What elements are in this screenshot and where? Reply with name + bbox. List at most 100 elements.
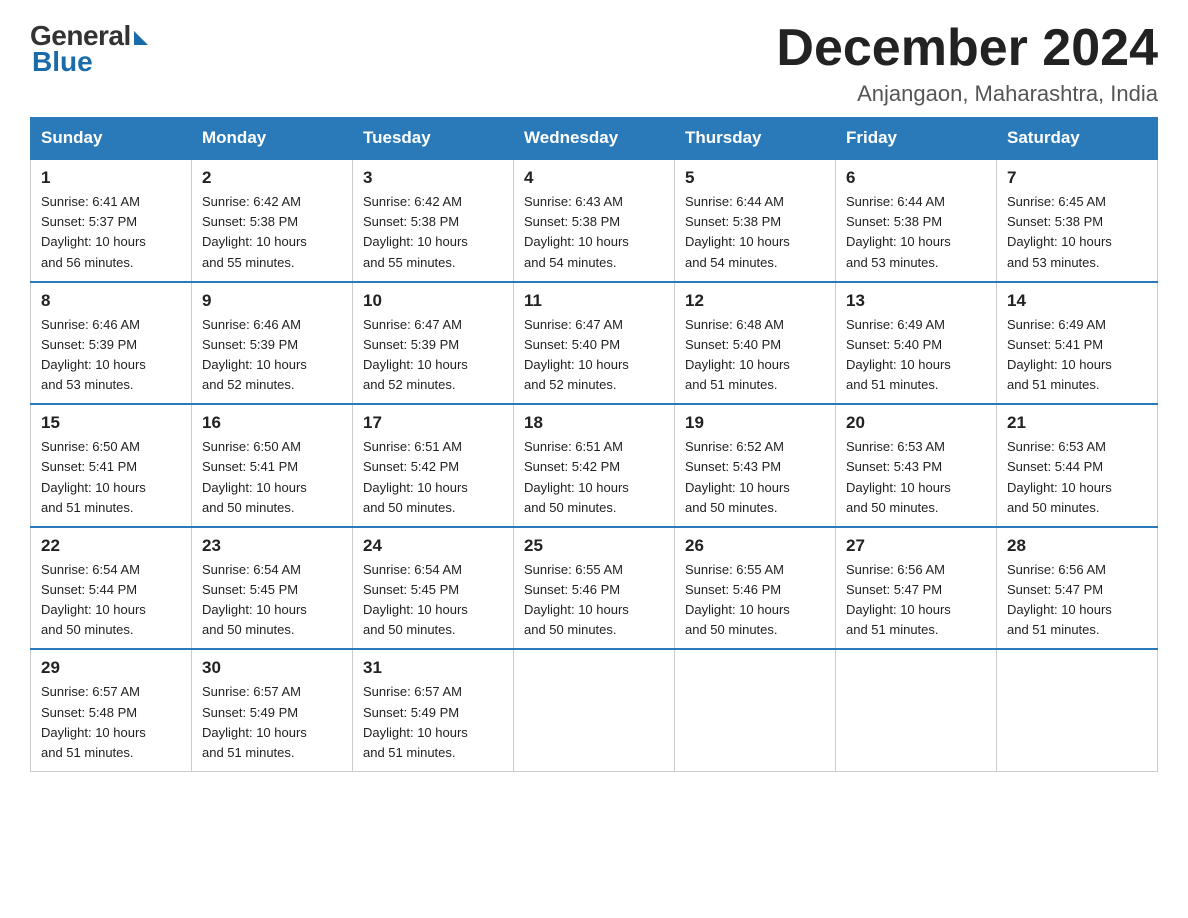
header-sunday: Sunday [31,118,192,160]
table-row: 30 Sunrise: 6:57 AM Sunset: 5:49 PM Dayl… [192,649,353,771]
day-number: 8 [41,291,181,311]
table-row [836,649,997,771]
day-info: Sunrise: 6:56 AM Sunset: 5:47 PM Dayligh… [1007,560,1147,641]
day-info: Sunrise: 6:51 AM Sunset: 5:42 PM Dayligh… [524,437,664,518]
day-number: 6 [846,168,986,188]
table-row: 3 Sunrise: 6:42 AM Sunset: 5:38 PM Dayli… [353,159,514,282]
calendar-week-5: 29 Sunrise: 6:57 AM Sunset: 5:48 PM Dayl… [31,649,1158,771]
calendar-week-2: 8 Sunrise: 6:46 AM Sunset: 5:39 PM Dayli… [31,282,1158,405]
day-info: Sunrise: 6:42 AM Sunset: 5:38 PM Dayligh… [363,192,503,273]
day-info: Sunrise: 6:44 AM Sunset: 5:38 PM Dayligh… [685,192,825,273]
table-row: 19 Sunrise: 6:52 AM Sunset: 5:43 PM Dayl… [675,404,836,527]
table-row: 7 Sunrise: 6:45 AM Sunset: 5:38 PM Dayli… [997,159,1158,282]
header-friday: Friday [836,118,997,160]
day-info: Sunrise: 6:53 AM Sunset: 5:44 PM Dayligh… [1007,437,1147,518]
calendar-header-row: SundayMondayTuesdayWednesdayThursdayFrid… [31,118,1158,160]
day-number: 7 [1007,168,1147,188]
day-number: 22 [41,536,181,556]
day-number: 16 [202,413,342,433]
day-info: Sunrise: 6:43 AM Sunset: 5:38 PM Dayligh… [524,192,664,273]
day-number: 23 [202,536,342,556]
title-area: December 2024 Anjangaon, Maharashtra, In… [776,20,1158,107]
table-row: 6 Sunrise: 6:44 AM Sunset: 5:38 PM Dayli… [836,159,997,282]
day-info: Sunrise: 6:46 AM Sunset: 5:39 PM Dayligh… [41,315,181,396]
calendar-week-3: 15 Sunrise: 6:50 AM Sunset: 5:41 PM Dayl… [31,404,1158,527]
day-info: Sunrise: 6:44 AM Sunset: 5:38 PM Dayligh… [846,192,986,273]
day-info: Sunrise: 6:57 AM Sunset: 5:49 PM Dayligh… [363,682,503,763]
table-row: 1 Sunrise: 6:41 AM Sunset: 5:37 PM Dayli… [31,159,192,282]
location-text: Anjangaon, Maharashtra, India [776,81,1158,107]
header-thursday: Thursday [675,118,836,160]
day-info: Sunrise: 6:55 AM Sunset: 5:46 PM Dayligh… [685,560,825,641]
page-header: General Blue December 2024 Anjangaon, Ma… [30,20,1158,107]
day-number: 24 [363,536,503,556]
table-row: 23 Sunrise: 6:54 AM Sunset: 5:45 PM Dayl… [192,527,353,650]
day-info: Sunrise: 6:49 AM Sunset: 5:40 PM Dayligh… [846,315,986,396]
table-row: 10 Sunrise: 6:47 AM Sunset: 5:39 PM Dayl… [353,282,514,405]
day-info: Sunrise: 6:56 AM Sunset: 5:47 PM Dayligh… [846,560,986,641]
day-number: 15 [41,413,181,433]
day-info: Sunrise: 6:45 AM Sunset: 5:38 PM Dayligh… [1007,192,1147,273]
table-row: 5 Sunrise: 6:44 AM Sunset: 5:38 PM Dayli… [675,159,836,282]
day-number: 3 [363,168,503,188]
table-row: 9 Sunrise: 6:46 AM Sunset: 5:39 PM Dayli… [192,282,353,405]
day-number: 29 [41,658,181,678]
day-number: 10 [363,291,503,311]
table-row: 4 Sunrise: 6:43 AM Sunset: 5:38 PM Dayli… [514,159,675,282]
header-wednesday: Wednesday [514,118,675,160]
table-row: 11 Sunrise: 6:47 AM Sunset: 5:40 PM Dayl… [514,282,675,405]
day-number: 5 [685,168,825,188]
table-row: 25 Sunrise: 6:55 AM Sunset: 5:46 PM Dayl… [514,527,675,650]
day-info: Sunrise: 6:54 AM Sunset: 5:45 PM Dayligh… [202,560,342,641]
header-tuesday: Tuesday [353,118,514,160]
table-row: 26 Sunrise: 6:55 AM Sunset: 5:46 PM Dayl… [675,527,836,650]
day-info: Sunrise: 6:54 AM Sunset: 5:44 PM Dayligh… [41,560,181,641]
table-row: 20 Sunrise: 6:53 AM Sunset: 5:43 PM Dayl… [836,404,997,527]
table-row: 2 Sunrise: 6:42 AM Sunset: 5:38 PM Dayli… [192,159,353,282]
day-info: Sunrise: 6:47 AM Sunset: 5:39 PM Dayligh… [363,315,503,396]
table-row: 21 Sunrise: 6:53 AM Sunset: 5:44 PM Dayl… [997,404,1158,527]
table-row: 24 Sunrise: 6:54 AM Sunset: 5:45 PM Dayl… [353,527,514,650]
day-number: 11 [524,291,664,311]
table-row: 14 Sunrise: 6:49 AM Sunset: 5:41 PM Dayl… [997,282,1158,405]
day-info: Sunrise: 6:42 AM Sunset: 5:38 PM Dayligh… [202,192,342,273]
day-info: Sunrise: 6:47 AM Sunset: 5:40 PM Dayligh… [524,315,664,396]
day-number: 28 [1007,536,1147,556]
day-number: 17 [363,413,503,433]
day-number: 25 [524,536,664,556]
calendar-table: SundayMondayTuesdayWednesdayThursdayFrid… [30,117,1158,772]
table-row: 17 Sunrise: 6:51 AM Sunset: 5:42 PM Dayl… [353,404,514,527]
day-info: Sunrise: 6:51 AM Sunset: 5:42 PM Dayligh… [363,437,503,518]
day-number: 27 [846,536,986,556]
logo-arrow-icon [134,31,148,45]
day-info: Sunrise: 6:50 AM Sunset: 5:41 PM Dayligh… [41,437,181,518]
calendar-week-1: 1 Sunrise: 6:41 AM Sunset: 5:37 PM Dayli… [31,159,1158,282]
day-number: 9 [202,291,342,311]
day-info: Sunrise: 6:57 AM Sunset: 5:48 PM Dayligh… [41,682,181,763]
day-info: Sunrise: 6:52 AM Sunset: 5:43 PM Dayligh… [685,437,825,518]
table-row: 22 Sunrise: 6:54 AM Sunset: 5:44 PM Dayl… [31,527,192,650]
day-number: 14 [1007,291,1147,311]
day-number: 4 [524,168,664,188]
table-row: 15 Sunrise: 6:50 AM Sunset: 5:41 PM Dayl… [31,404,192,527]
table-row: 16 Sunrise: 6:50 AM Sunset: 5:41 PM Dayl… [192,404,353,527]
table-row: 28 Sunrise: 6:56 AM Sunset: 5:47 PM Dayl… [997,527,1158,650]
table-row: 12 Sunrise: 6:48 AM Sunset: 5:40 PM Dayl… [675,282,836,405]
table-row: 13 Sunrise: 6:49 AM Sunset: 5:40 PM Dayl… [836,282,997,405]
header-saturday: Saturday [997,118,1158,160]
table-row [514,649,675,771]
day-number: 30 [202,658,342,678]
day-number: 1 [41,168,181,188]
day-number: 20 [846,413,986,433]
day-number: 12 [685,291,825,311]
table-row: 18 Sunrise: 6:51 AM Sunset: 5:42 PM Dayl… [514,404,675,527]
day-info: Sunrise: 6:53 AM Sunset: 5:43 PM Dayligh… [846,437,986,518]
day-info: Sunrise: 6:54 AM Sunset: 5:45 PM Dayligh… [363,560,503,641]
table-row: 8 Sunrise: 6:46 AM Sunset: 5:39 PM Dayli… [31,282,192,405]
table-row: 27 Sunrise: 6:56 AM Sunset: 5:47 PM Dayl… [836,527,997,650]
day-number: 13 [846,291,986,311]
calendar-week-4: 22 Sunrise: 6:54 AM Sunset: 5:44 PM Dayl… [31,527,1158,650]
table-row: 29 Sunrise: 6:57 AM Sunset: 5:48 PM Dayl… [31,649,192,771]
day-number: 31 [363,658,503,678]
day-info: Sunrise: 6:55 AM Sunset: 5:46 PM Dayligh… [524,560,664,641]
